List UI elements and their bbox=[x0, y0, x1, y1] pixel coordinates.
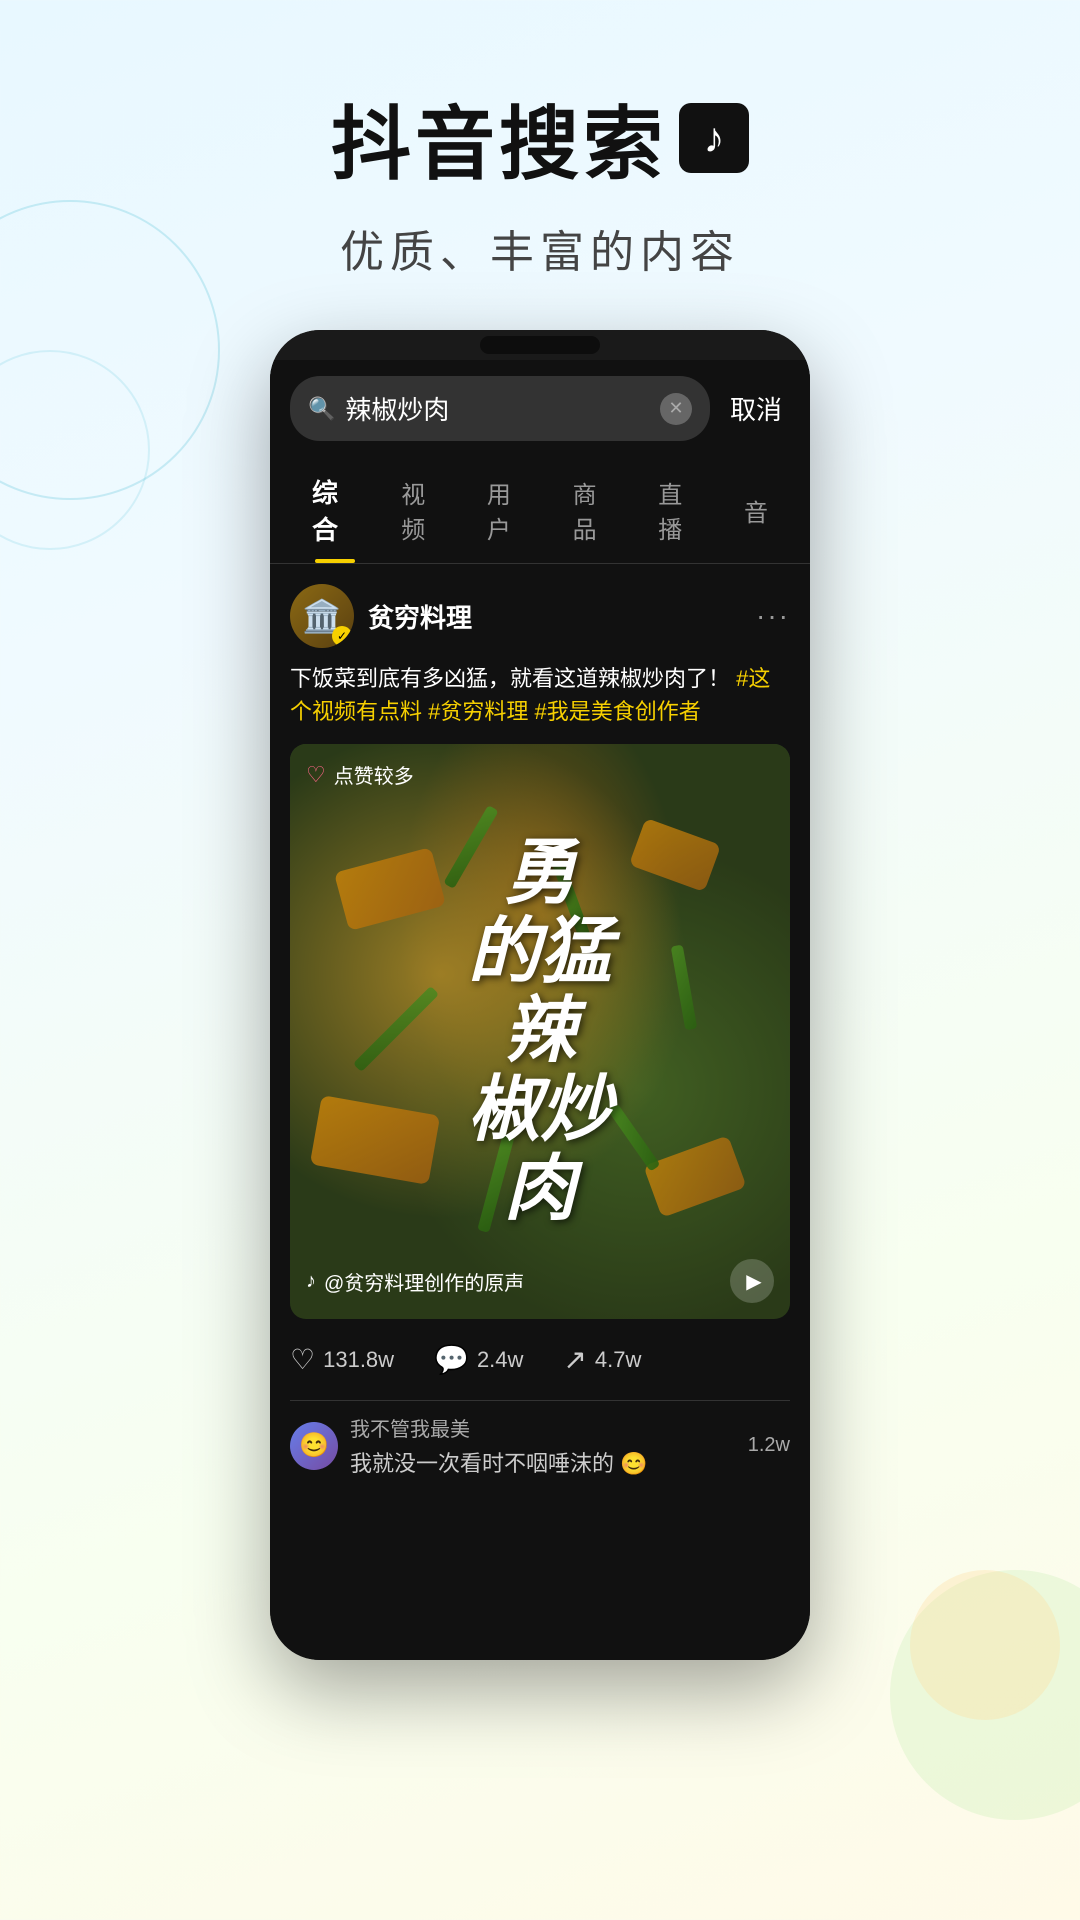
tiktok-small-icon: ♪ bbox=[306, 1270, 316, 1293]
post-header: 🏛️ ✓ 贫穷料理 ··· bbox=[290, 584, 790, 648]
page-content: 抖音搜索 ♪ 优质、丰富的内容 🔍 辣椒炒肉 ✕ 取消 bbox=[0, 0, 1080, 1660]
tab-商品[interactable]: 商品 bbox=[551, 459, 637, 561]
comment-icon: 💬 bbox=[434, 1343, 469, 1376]
share-count: 4.7w bbox=[595, 1347, 641, 1373]
video-bottom-bar: ♪ @贫穷料理创作的原声 ▶ bbox=[306, 1259, 774, 1303]
share-action[interactable]: ↗ 4.7w bbox=[563, 1343, 641, 1376]
header-section: 抖音搜索 ♪ 优质、丰富的内容 bbox=[331, 80, 749, 280]
tab-bar: 综合 视频 用户 商品 直播 音 bbox=[270, 457, 810, 564]
video-overlay-text: 勇的猛辣椒炒肉 bbox=[290, 744, 790, 1319]
phone-mockup: 🔍 辣椒炒肉 ✕ 取消 综合 视频 用户 商品 直播 音 bbox=[270, 330, 810, 1660]
notch-bar bbox=[480, 336, 600, 354]
tab-综合[interactable]: 综合 bbox=[290, 457, 379, 563]
video-tag: ♡ 点赞较多 bbox=[306, 760, 414, 789]
heart-icon: ♡ bbox=[306, 762, 326, 788]
comment-content: 我不管我最美 我就没一次看时不咽唾沫的 😊 bbox=[350, 1413, 736, 1478]
username[interactable]: 贫穷料理 bbox=[368, 598, 756, 635]
tab-用户[interactable]: 用户 bbox=[465, 459, 551, 561]
comment-count-right: 1.2w bbox=[748, 1434, 790, 1457]
divider bbox=[290, 1400, 790, 1401]
comment-count: 2.4w bbox=[477, 1347, 523, 1373]
phone-screen: 🔍 辣椒炒肉 ✕ 取消 综合 视频 用户 商品 直播 音 bbox=[270, 360, 810, 1660]
verified-badge: ✓ bbox=[332, 626, 352, 646]
sound-text: @贫穷料理创作的原声 bbox=[324, 1267, 524, 1296]
action-bar: ♡ 131.8w 💬 2.4w ↗ 4.7w bbox=[290, 1335, 790, 1392]
comment-action[interactable]: 💬 2.4w bbox=[434, 1343, 523, 1376]
content-area: 🏛️ ✓ 贫穷料理 ··· 下饭菜到底有多凶猛，就看这道辣椒炒肉了！ #这个视频… bbox=[270, 564, 810, 1498]
share-icon: ↗ bbox=[563, 1343, 586, 1376]
avatar[interactable]: 🏛️ ✓ bbox=[290, 584, 354, 648]
search-clear-button[interactable]: ✕ bbox=[660, 393, 692, 425]
video-background: 勇的猛辣椒炒肉 ♡ 点赞较多 ♪ @贫穷料理创作的原声 bbox=[290, 744, 790, 1319]
post-text: 下饭菜到底有多凶猛，就看这道辣椒炒肉了！ #这个视频有点料 #贫穷料理 #我是美… bbox=[290, 662, 790, 728]
commenter-avatar-icon: 😊 bbox=[299, 1431, 329, 1460]
comment-preview: 😊 我不管我最美 我就没一次看时不咽唾沫的 😊 1.2w bbox=[290, 1409, 790, 1478]
play-button[interactable]: ▶ bbox=[730, 1259, 774, 1303]
play-icon: ▶ bbox=[746, 1269, 761, 1294]
clear-icon: ✕ bbox=[668, 398, 683, 419]
more-options-icon[interactable]: ··· bbox=[756, 600, 790, 632]
phone-notch bbox=[270, 330, 810, 360]
post-description: 下饭菜到底有多凶猛，就看这道辣椒炒肉了！ bbox=[290, 666, 730, 691]
tab-直播[interactable]: 直播 bbox=[636, 459, 722, 561]
sound-info: ♪ @贫穷料理创作的原声 bbox=[306, 1267, 524, 1296]
video-container[interactable]: 勇的猛辣椒炒肉 ♡ 点赞较多 ♪ @贫穷料理创作的原声 bbox=[290, 744, 790, 1319]
tiktok-logo-icon: ♪ bbox=[704, 114, 725, 162]
tiktok-logo: ♪ bbox=[679, 103, 749, 173]
search-bar: 🔍 辣椒炒肉 ✕ 取消 bbox=[270, 360, 810, 457]
tag-text: 点赞较多 bbox=[334, 760, 414, 789]
tab-视频[interactable]: 视频 bbox=[379, 459, 465, 561]
search-query: 辣椒炒肉 bbox=[345, 390, 650, 427]
search-icon: 🔍 bbox=[308, 396, 335, 422]
comment-text: 我就没一次看时不咽唾沫的 😊 bbox=[350, 1446, 736, 1478]
video-title-text: 勇的猛辣椒炒肉 bbox=[468, 834, 612, 1230]
like-icon: ♡ bbox=[290, 1343, 315, 1376]
commenter-avatar: 😊 bbox=[290, 1422, 338, 1470]
search-input-container[interactable]: 🔍 辣椒炒肉 ✕ bbox=[290, 376, 710, 441]
subtitle: 优质、丰富的内容 bbox=[331, 216, 749, 280]
commenter-username: 我不管我最美 bbox=[350, 1413, 736, 1442]
main-title: 抖音搜索 bbox=[331, 80, 667, 196]
title-row: 抖音搜索 ♪ bbox=[331, 80, 749, 196]
tab-音乐[interactable]: 音 bbox=[722, 477, 790, 544]
search-cancel-button[interactable]: 取消 bbox=[722, 390, 790, 427]
like-action[interactable]: ♡ 131.8w bbox=[290, 1343, 394, 1376]
like-count: 131.8w bbox=[323, 1347, 394, 1373]
